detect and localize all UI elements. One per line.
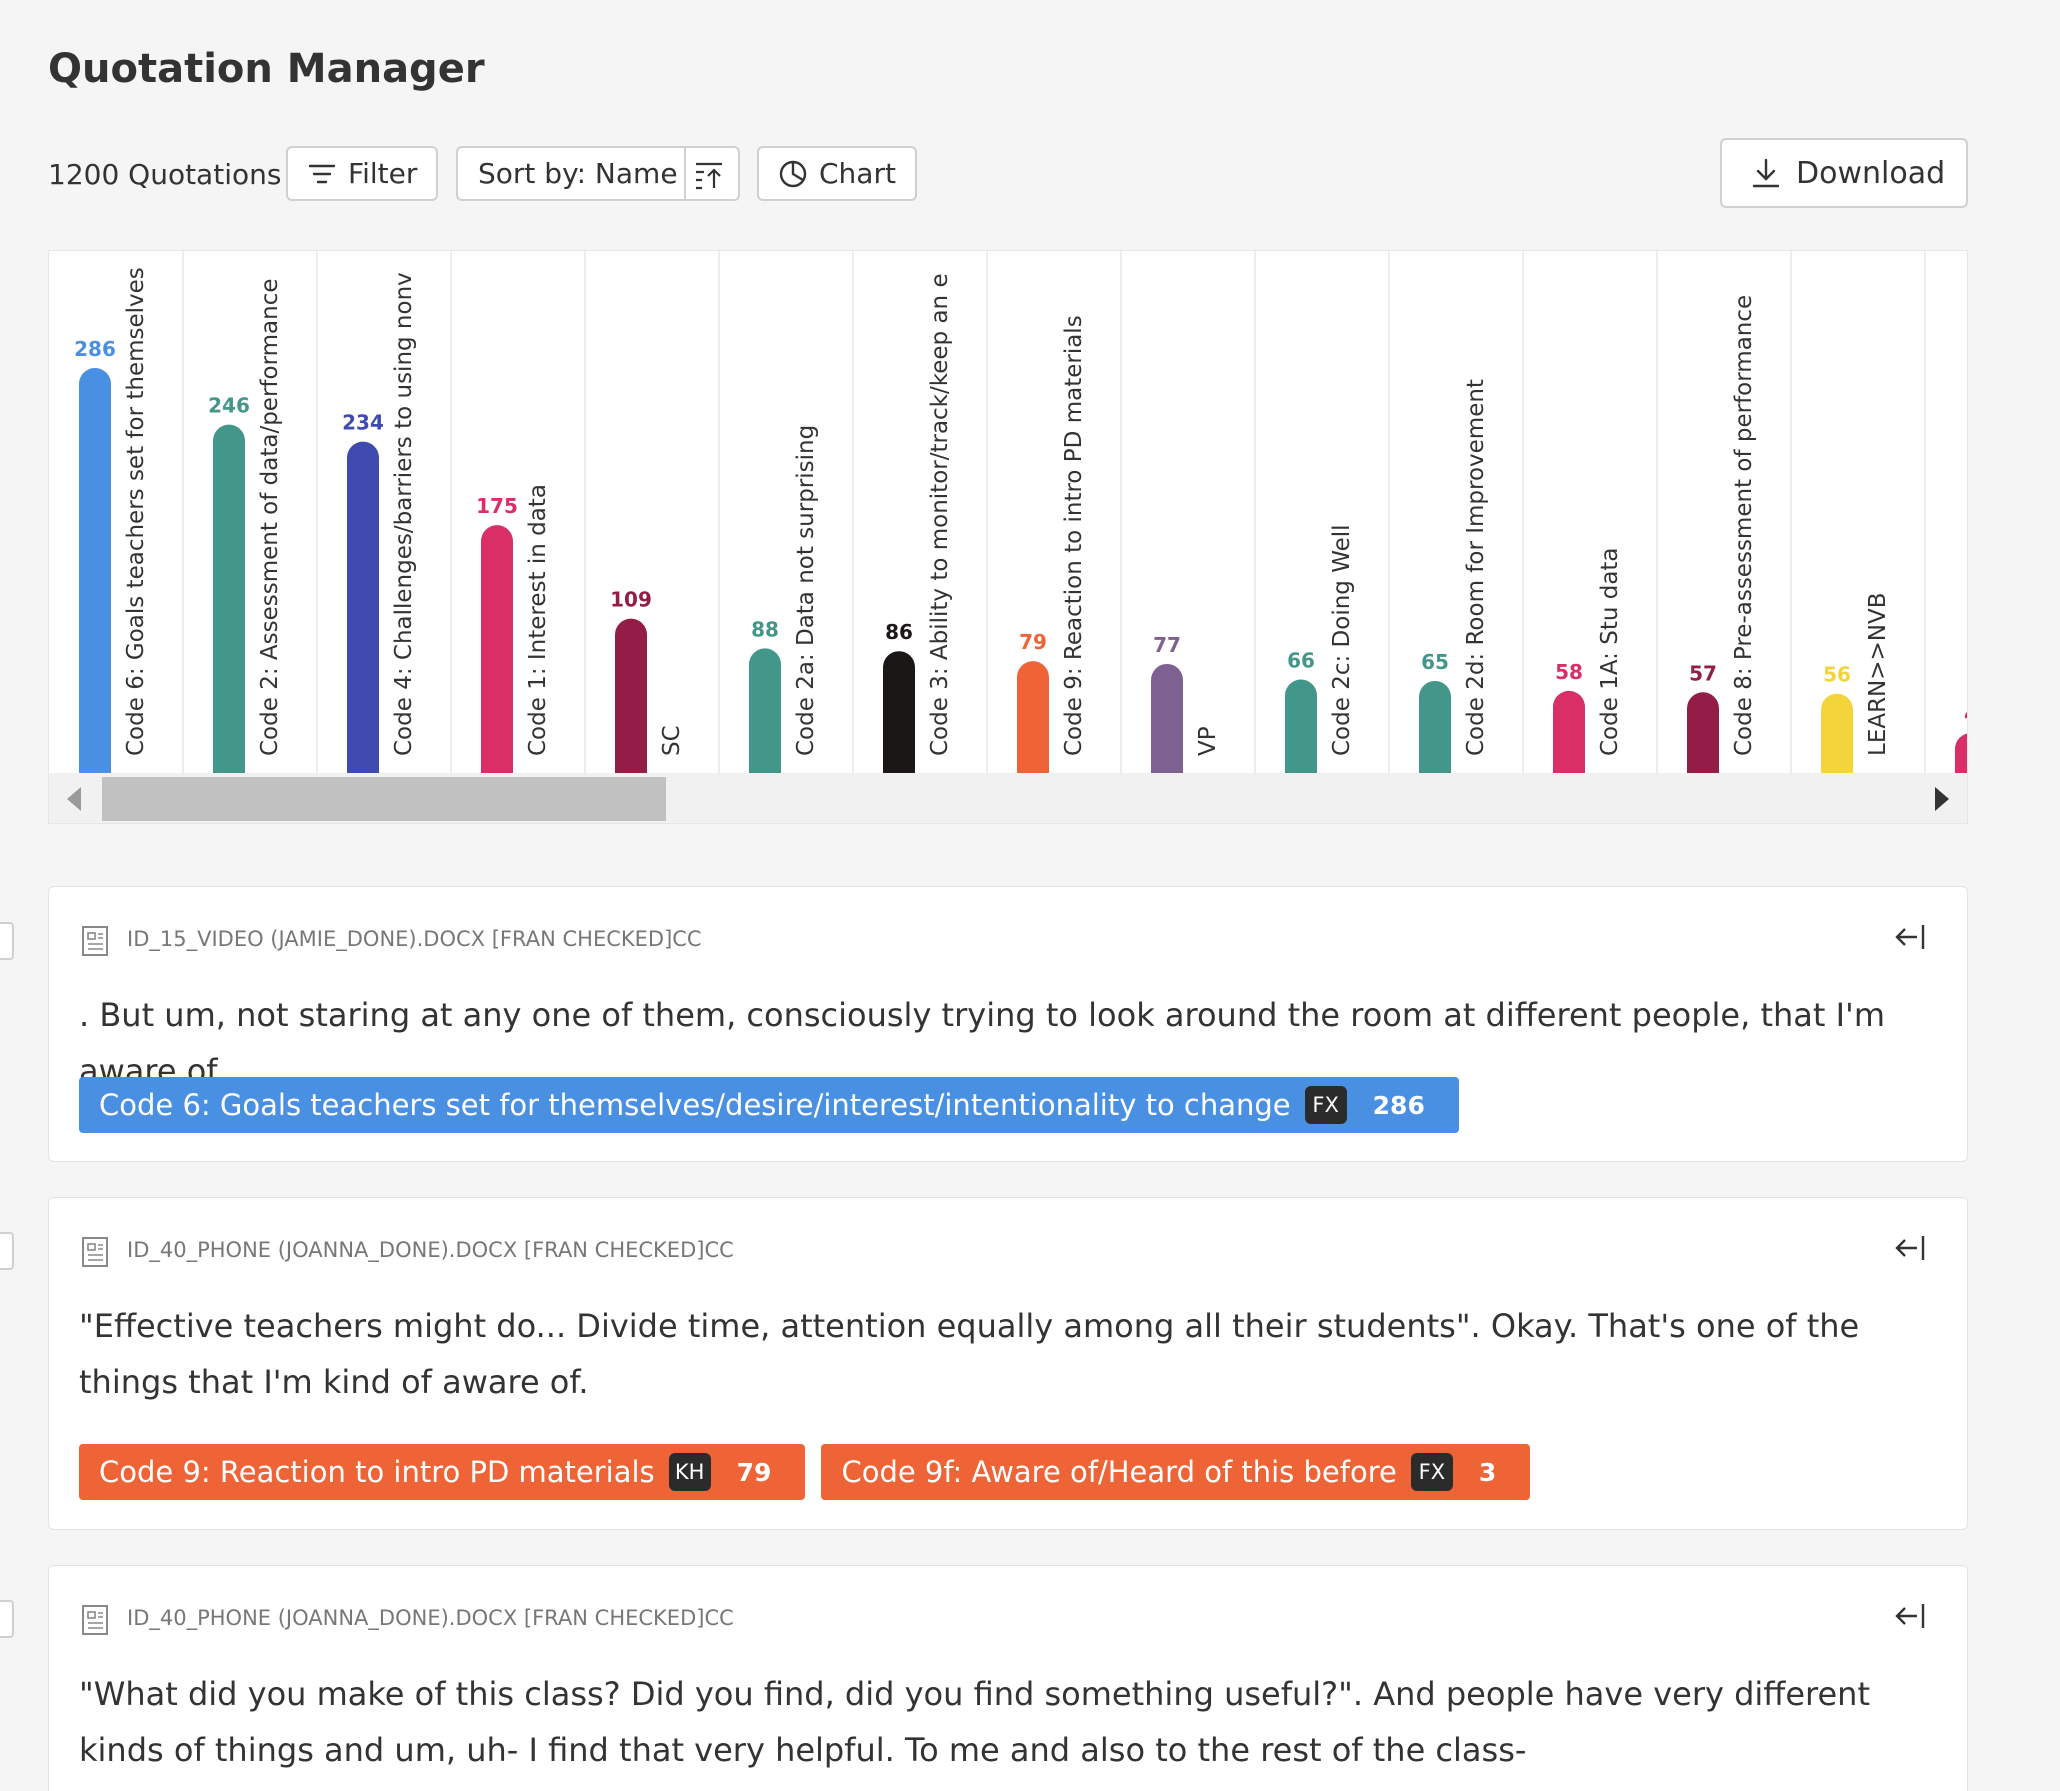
bar-value-label: 56 xyxy=(1823,663,1851,687)
sort-button[interactable]: Sort by: Name xyxy=(456,146,740,201)
code-label: Code 9: Reaction to intro PD materials xyxy=(99,1455,655,1489)
code-tags: Code 9: Reaction to intro PD materials K… xyxy=(79,1444,1531,1500)
code-frequency-chart: 286 Code 6: Goals teachers set for themse… xyxy=(48,250,1968,824)
filter-icon xyxy=(308,164,336,183)
bar-value-label: 246 xyxy=(208,394,250,418)
sort-direction-icon[interactable] xyxy=(692,158,726,192)
quotation-text: "Effective teachers might do... Divide t… xyxy=(79,1307,1860,1401)
bar-value-label: 88 xyxy=(751,617,779,641)
sort-separator xyxy=(684,148,686,199)
page-title: Quotation Manager xyxy=(48,46,485,92)
coder-initials: FX xyxy=(1410,1453,1453,1491)
bar-category-label: Code 1: Interest in data xyxy=(525,484,551,756)
bar-category-label: Code 1A: Stu data xyxy=(1597,547,1623,756)
document-icon xyxy=(82,1605,108,1635)
chart-button[interactable]: Chart xyxy=(757,146,917,201)
bar-value-label: 109 xyxy=(610,588,652,612)
code-tag[interactable]: Code 9: Reaction to intro PD materials K… xyxy=(79,1444,806,1500)
bar-category-label: SC xyxy=(659,725,685,756)
code-tags: Code 6: Goals teachers set for themselve… xyxy=(79,1077,1459,1133)
bar-value-label: 66 xyxy=(1287,649,1315,673)
bar-value-label: 286 xyxy=(74,337,116,361)
bar-value-label: 175 xyxy=(476,494,518,518)
row-select-checkbox[interactable] xyxy=(0,1232,14,1270)
bar-value-label: 65 xyxy=(1421,650,1449,674)
chart-bar[interactable] xyxy=(1955,733,1968,773)
quotation-count: 1200 Quotations xyxy=(48,158,282,191)
bar-category-label: Code 6: Goals teachers set for themselve… xyxy=(123,267,149,756)
chart-bar[interactable] xyxy=(1151,663,1183,773)
bar-value-label: 234 xyxy=(342,411,384,435)
scroll-left-arrow-icon[interactable] xyxy=(67,787,81,811)
chart-bar[interactable] xyxy=(1419,680,1451,773)
bar-category-label: Code 2a: Data not surprising xyxy=(793,425,819,756)
collapse-arrow-icon[interactable] xyxy=(1893,921,1929,953)
chart-svg: 286 Code 6: Goals teachers set for themse… xyxy=(74,251,1968,773)
chart-bar[interactable] xyxy=(481,525,513,773)
chart-bar[interactable] xyxy=(1017,661,1049,773)
chart-bar[interactable] xyxy=(1821,693,1853,773)
chart-bar[interactable] xyxy=(213,424,245,773)
collapse-arrow-icon[interactable] xyxy=(1893,1232,1929,1264)
quotation-card: ID_40_PHONE (JOANNA_DONE).DOCX [FRAN CHE… xyxy=(48,1197,1968,1530)
bar-value-label: 57 xyxy=(1689,661,1717,685)
toolbar: 1200 Quotations Filter Sort by: Name Cha… xyxy=(48,138,1968,208)
code-label: Code 9f: Aware of/Heard of this before xyxy=(841,1455,1397,1489)
quotation-card: ID_15_VIDEO (JAMIE_DONE).DOCX [FRAN CHEC… xyxy=(48,886,1968,1162)
collapse-arrow-icon[interactable] xyxy=(1893,1600,1929,1632)
chart-bar[interactable] xyxy=(1553,690,1585,773)
document-icon xyxy=(82,1237,108,1267)
code-label: Code 6: Goals teachers set for themselve… xyxy=(99,1088,1291,1122)
bar-value-label: 4 xyxy=(1964,702,1968,726)
chart-label: Chart xyxy=(819,157,896,190)
chart-bar[interactable] xyxy=(347,441,379,773)
bar-value-label: 79 xyxy=(1019,630,1047,654)
document-icon xyxy=(82,926,108,956)
chart-bar[interactable] xyxy=(79,368,111,773)
bar-value-label: 77 xyxy=(1153,633,1181,657)
code-count: 286 xyxy=(1372,1090,1425,1120)
filter-label: Filter xyxy=(348,157,418,190)
download-label: Download xyxy=(1796,155,1946,191)
filter-button[interactable]: Filter xyxy=(286,146,438,201)
scroll-right-arrow-icon[interactable] xyxy=(1935,787,1949,811)
chart-bar[interactable] xyxy=(749,648,781,773)
sort-label: Sort by: Name xyxy=(478,157,678,190)
bar-category-label: Code 2: Assessment of data/performance xyxy=(257,279,283,757)
chart-bar[interactable] xyxy=(615,618,647,773)
quotation-card: ID_40_PHONE (JOANNA_DONE).DOCX [FRAN CHE… xyxy=(48,1565,1968,1791)
document-name[interactable]: ID_15_VIDEO (JAMIE_DONE).DOCX [FRAN CHEC… xyxy=(127,927,702,951)
bar-category-label: VP xyxy=(1195,726,1221,756)
bar-category-label: Code 4: Challenges/barriers to using non… xyxy=(391,272,417,756)
row-select-checkbox[interactable] xyxy=(0,1600,14,1638)
chart-bar[interactable] xyxy=(1285,679,1317,773)
bar-value-label: 58 xyxy=(1555,660,1583,684)
document-name[interactable]: ID_40_PHONE (JOANNA_DONE).DOCX [FRAN CHE… xyxy=(127,1606,734,1630)
bar-category-label: LEARN>>NVB xyxy=(1865,592,1891,756)
row-select-checkbox[interactable] xyxy=(0,922,14,960)
chart-bar[interactable] xyxy=(1687,692,1719,773)
coder-initials: KH xyxy=(668,1453,711,1491)
chart-horizontal-scrollbar[interactable] xyxy=(49,773,1967,823)
bar-value-label: 86 xyxy=(885,620,913,644)
quotation-text: "What did you make of this class? Did yo… xyxy=(79,1675,1870,1769)
bar-category-label: Code 3: Ability to monitor/track/keep an… xyxy=(927,273,953,756)
code-tag[interactable]: Code 6: Goals teachers set for themselve… xyxy=(79,1077,1459,1133)
download-button[interactable]: Download xyxy=(1720,138,1968,208)
bar-category-label: Code 2d: Room for Improvement xyxy=(1463,379,1489,756)
chart-bar[interactable] xyxy=(883,651,915,773)
code-count: 3 xyxy=(1478,1457,1497,1487)
bar-category-label: Code 2c: Doing Well xyxy=(1329,524,1355,756)
code-count: 79 xyxy=(736,1457,772,1487)
scrollbar-thumb[interactable] xyxy=(102,777,666,821)
document-name[interactable]: ID_40_PHONE (JOANNA_DONE).DOCX [FRAN CHE… xyxy=(127,1238,734,1262)
code-tag[interactable]: Code 9f: Aware of/Heard of this before F… xyxy=(821,1444,1531,1500)
bar-category-label: Code 9: Reaction to intro PD materials xyxy=(1061,315,1087,756)
pie-chart-icon xyxy=(779,160,807,187)
download-icon xyxy=(1752,158,1780,188)
bar-category-label: Code 8: Pre-assessment of performance xyxy=(1731,295,1757,756)
coder-initials: FX xyxy=(1304,1086,1347,1124)
